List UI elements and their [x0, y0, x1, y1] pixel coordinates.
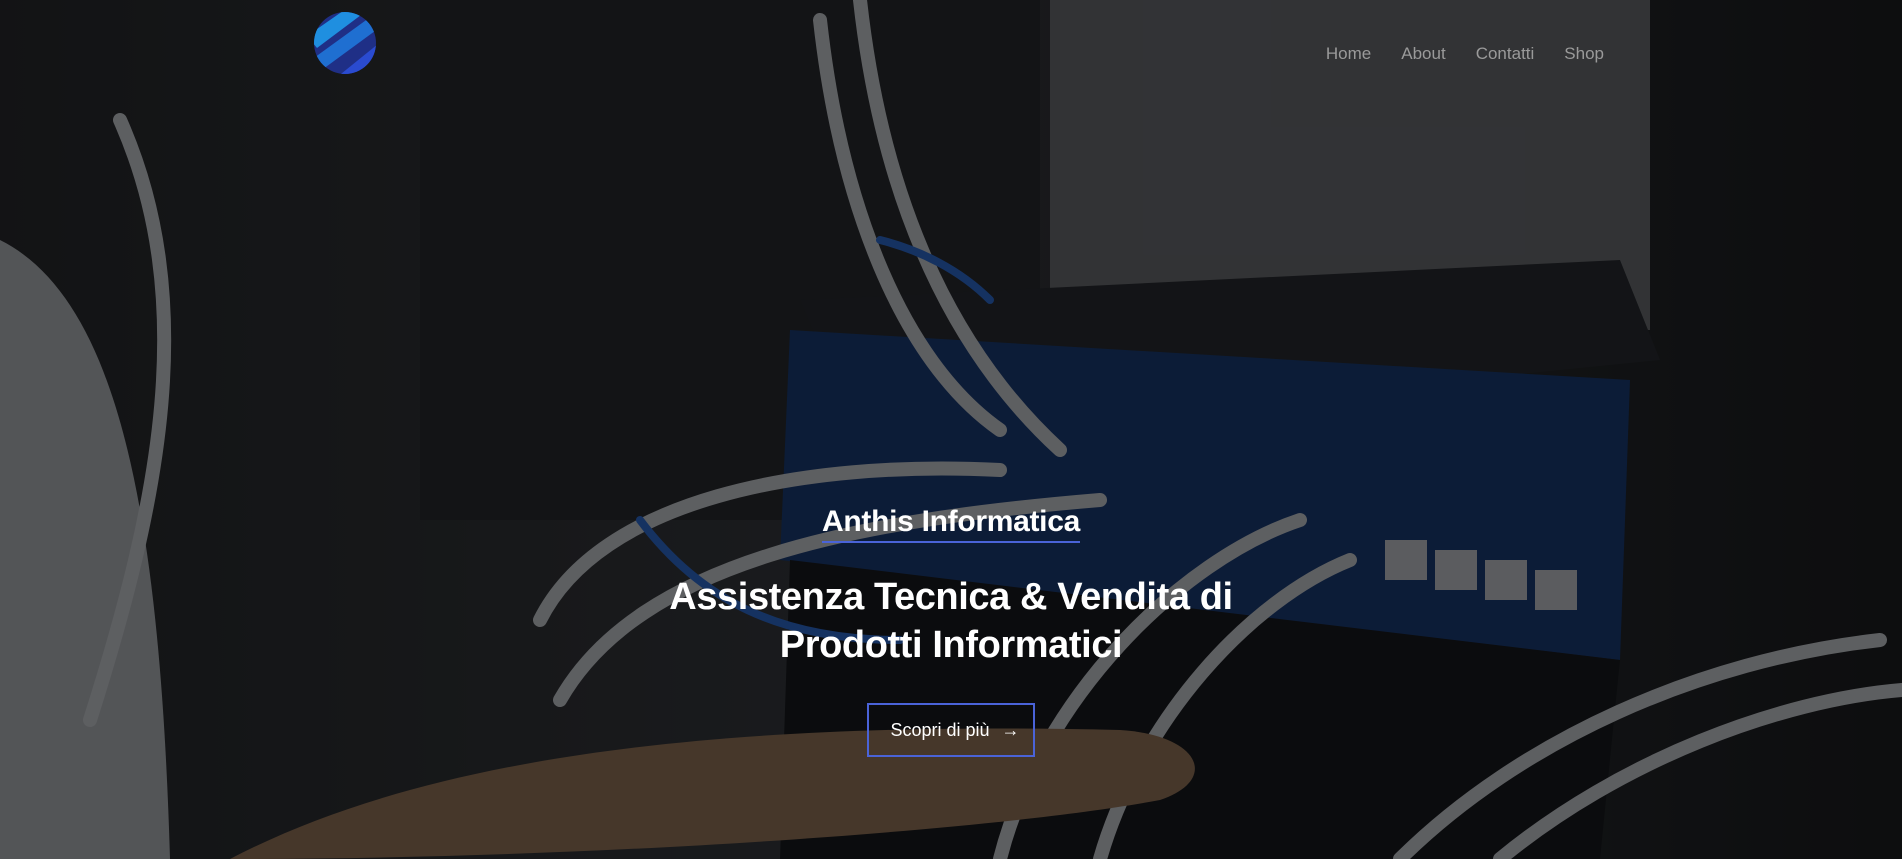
- site-header: Home About Contatti Shop: [0, 0, 1902, 100]
- arrow-right-icon: →: [1001, 720, 1020, 740]
- hero-headline-line-2: Prodotti Informatici: [779, 624, 1123, 666]
- nav-item-shop[interactable]: Shop: [1564, 44, 1604, 64]
- scopri-button-label: Scopri di più: [890, 719, 990, 740]
- logo-globe-icon[interactable]: [313, 10, 377, 76]
- nav-item-home[interactable]: Home: [1326, 44, 1371, 64]
- hero-content: Anthis Informatica Assistenza Tecnica & …: [0, 505, 1902, 757]
- brand-title: Anthis Informatica: [822, 505, 1080, 543]
- hero-headline: Assistenza Tecnica & Vendita di Prodotti…: [641, 573, 1261, 669]
- hero-section: Home About Contatti Shop Anthis Informat…: [0, 0, 1902, 859]
- nav-item-contatti[interactable]: Contatti: [1476, 44, 1535, 64]
- hero-headline-line-1: Assistenza Tecnica & Vendita di: [669, 576, 1233, 618]
- main-nav: Home About Contatti Shop: [1326, 44, 1604, 64]
- scopri-button[interactable]: Scopri di più →: [867, 703, 1035, 757]
- nav-item-about[interactable]: About: [1401, 44, 1445, 64]
